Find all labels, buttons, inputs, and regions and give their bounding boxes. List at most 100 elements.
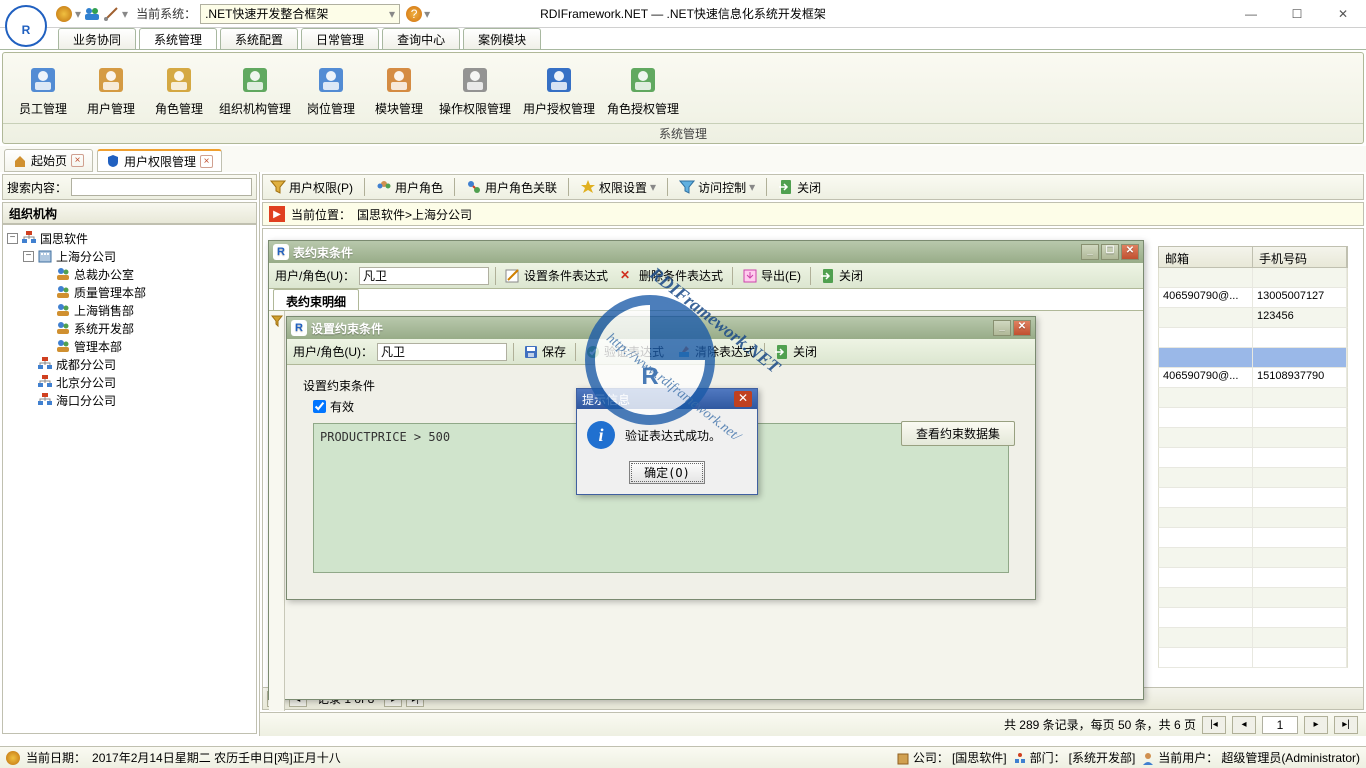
grid-row[interactable] xyxy=(1158,488,1348,508)
grid-row[interactable] xyxy=(1158,648,1348,668)
dialog1-max[interactable]: ☐ xyxy=(1101,244,1119,260)
titlebar: R ▾ ▾ 当前系统： .NET快速开发整合框架 ▾ ? ▾ RDIFramew… xyxy=(0,0,1366,28)
grid-row[interactable] xyxy=(1158,328,1348,348)
btn-set-expr[interactable]: 设置条件表达式 xyxy=(502,266,611,285)
tab-close-icon[interactable]: × xyxy=(200,155,213,168)
messagebox-titlebar[interactable]: 提示信息 ✕ xyxy=(577,389,757,409)
pager-page-input[interactable] xyxy=(1262,716,1298,734)
grid-row[interactable] xyxy=(1158,548,1348,568)
filter-gutter[interactable] xyxy=(269,311,285,711)
org-tree[interactable]: −国思软件−上海分公司总裁办公室质量管理本部上海销售部系统开发部管理本部成都分公… xyxy=(2,224,257,734)
doc-tab-1[interactable]: 用户权限管理× xyxy=(97,149,222,172)
grid-row[interactable] xyxy=(1158,348,1348,368)
grid-row[interactable] xyxy=(1158,388,1348,408)
search-input[interactable] xyxy=(71,178,252,196)
grid-row[interactable]: 406590790@...13005007127 xyxy=(1158,288,1348,308)
dialog2-titlebar[interactable]: R 设置约束条件 _ ✕ xyxy=(287,317,1035,339)
dialog1-titlebar[interactable]: R 表约束条件 _ ☐ ✕ xyxy=(269,241,1143,263)
dialog1-close[interactable]: ✕ xyxy=(1121,244,1139,260)
btn-validate[interactable]: 验证表达式 xyxy=(582,342,667,361)
ribbon-1[interactable]: 用户管理 xyxy=(79,57,143,119)
dropdown-icon[interactable]: ▾ xyxy=(122,7,128,21)
dialog1-min[interactable]: _ xyxy=(1081,244,1099,260)
tree-node[interactable]: 总裁办公室 xyxy=(7,265,252,283)
skin-icon[interactable] xyxy=(56,6,72,22)
messagebox-ok[interactable]: 确定(O) xyxy=(629,461,705,484)
tree-node[interactable]: −国思软件 xyxy=(7,229,252,247)
btn-clear[interactable]: 清除表达式 xyxy=(673,342,758,361)
btn-export[interactable]: 导出(E) xyxy=(739,266,804,285)
messagebox-close[interactable]: ✕ xyxy=(734,391,752,407)
pager-first[interactable]: |◂ xyxy=(1202,716,1226,734)
grid-row[interactable] xyxy=(1158,408,1348,428)
pager-next[interactable]: ▸ xyxy=(1304,716,1328,734)
tb-perm[interactable]: 用户权限(P) xyxy=(267,178,356,197)
grid-row[interactable] xyxy=(1158,448,1348,468)
btn-close[interactable]: 关闭 xyxy=(817,266,866,285)
tab-close-icon[interactable]: × xyxy=(71,154,84,167)
tb-access[interactable]: 访问控制 ▾ xyxy=(676,178,758,197)
tree-node[interactable]: 系统开发部 xyxy=(7,319,252,337)
tree-node[interactable]: 质量管理本部 xyxy=(7,283,252,301)
main-tab-3[interactable]: 日常管理 xyxy=(301,28,379,49)
col-email[interactable]: 邮箱 xyxy=(1159,247,1253,267)
dialog2-close[interactable]: ✕ xyxy=(1013,320,1031,336)
ribbon-8[interactable]: 角色授权管理 xyxy=(603,57,683,119)
dropdown-icon[interactable]: ▾ xyxy=(424,7,430,21)
grid-row[interactable]: 123456 xyxy=(1158,308,1348,328)
tree-node[interactable]: 管理本部 xyxy=(7,337,252,355)
grid-row[interactable] xyxy=(1158,508,1348,528)
grid-row[interactable] xyxy=(1158,628,1348,648)
checkbox-valid-input[interactable] xyxy=(313,400,326,413)
col-phone[interactable]: 手机号码 xyxy=(1253,247,1347,267)
ribbon-4[interactable]: 岗位管理 xyxy=(299,57,363,119)
close-button[interactable]: ✕ xyxy=(1320,0,1366,28)
tb-role[interactable]: 用户角色 xyxy=(373,178,446,197)
grid-row[interactable] xyxy=(1158,608,1348,628)
ribbon-7[interactable]: 用户授权管理 xyxy=(519,57,599,119)
current-system-select[interactable]: .NET快速开发整合框架 ▾ xyxy=(200,4,400,24)
tree-node[interactable]: 海口分公司 xyxy=(7,391,252,409)
ribbon-5[interactable]: 模块管理 xyxy=(367,57,431,119)
users-icon[interactable] xyxy=(84,6,100,22)
ribbon-6[interactable]: 操作权限管理 xyxy=(435,57,515,119)
minimize-button[interactable]: — xyxy=(1228,0,1274,28)
btn-close2[interactable]: 关闭 xyxy=(771,342,820,361)
tb-permcfg[interactable]: 权限设置 ▾ xyxy=(577,178,659,197)
dropdown-icon[interactable]: ▾ xyxy=(75,7,81,21)
tb-close[interactable]: 关闭 xyxy=(775,178,824,197)
tools-icon[interactable] xyxy=(103,6,119,22)
help-icon[interactable]: ? xyxy=(406,6,422,22)
dlg2-user-input[interactable] xyxy=(377,343,507,361)
main-tab-5[interactable]: 案例模块 xyxy=(463,28,541,49)
btn-view-dataset[interactable]: 查看约束数据集 xyxy=(901,421,1015,446)
grid-row[interactable] xyxy=(1158,468,1348,488)
ribbon-0[interactable]: 员工管理 xyxy=(11,57,75,119)
main-tab-1[interactable]: 系统管理 xyxy=(139,28,217,49)
main-tab-4[interactable]: 查询中心 xyxy=(382,28,460,49)
btn-del-expr[interactable]: ✕删除条件表达式 xyxy=(617,266,726,285)
grid-row[interactable] xyxy=(1158,528,1348,548)
grid-row[interactable] xyxy=(1158,428,1348,448)
tree-node[interactable]: 成都分公司 xyxy=(7,355,252,373)
tree-node[interactable]: −上海分公司 xyxy=(7,247,252,265)
grid-row[interactable] xyxy=(1158,568,1348,588)
grid-row[interactable]: 406590790@...15108937790 xyxy=(1158,368,1348,388)
doc-tab-0[interactable]: 起始页× xyxy=(4,149,93,172)
tab-constraint-detail[interactable]: 表约束明细 xyxy=(273,289,359,310)
pager-prev[interactable]: ◂ xyxy=(1232,716,1256,734)
ribbon-2[interactable]: 角色管理 xyxy=(147,57,211,119)
maximize-button[interactable]: ☐ xyxy=(1274,0,1320,28)
tb-rolerel[interactable]: 用户角色关联 xyxy=(463,178,560,197)
main-tab-2[interactable]: 系统配置 xyxy=(220,28,298,49)
ribbon-3[interactable]: 组织机构管理 xyxy=(215,57,295,119)
btn-save[interactable]: 保存 xyxy=(520,342,569,361)
tree-node[interactable]: 上海销售部 xyxy=(7,301,252,319)
dlg1-user-input[interactable] xyxy=(359,267,489,285)
main-tab-0[interactable]: 业务协同 xyxy=(58,28,136,49)
grid-row[interactable] xyxy=(1158,268,1348,288)
pager-last[interactable]: ▸| xyxy=(1334,716,1358,734)
dialog2-min[interactable]: _ xyxy=(993,320,1011,336)
tree-node[interactable]: 北京分公司 xyxy=(7,373,252,391)
grid-row[interactable] xyxy=(1158,588,1348,608)
